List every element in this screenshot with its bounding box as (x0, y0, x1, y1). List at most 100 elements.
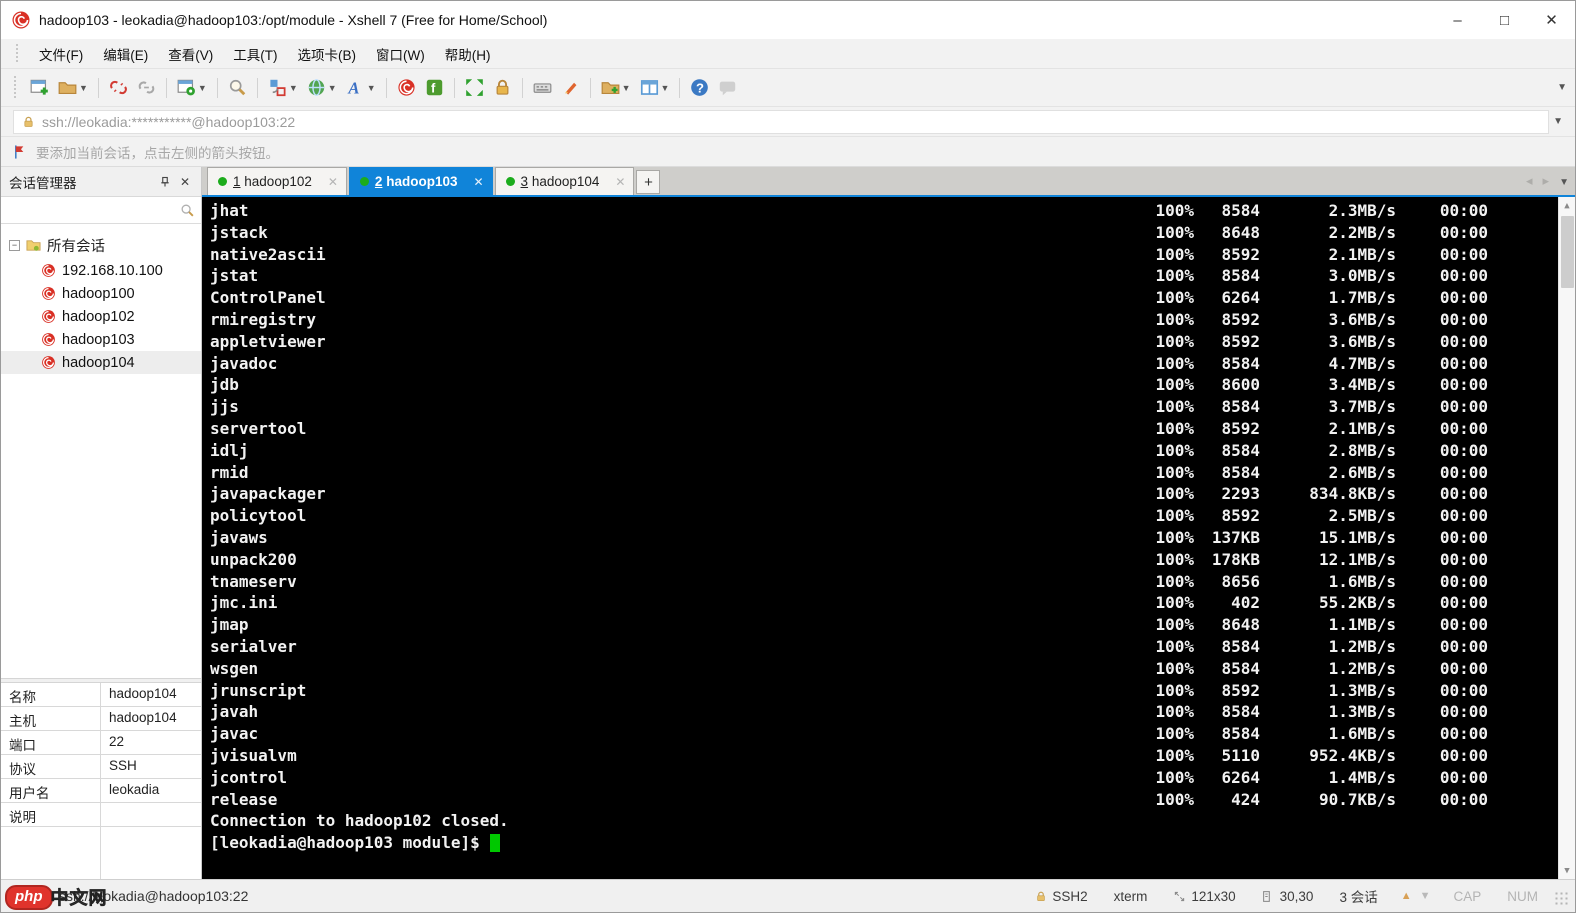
menu-item[interactable]: 选项卡(B) (288, 40, 367, 68)
status-term-type[interactable]: xterm (1101, 889, 1161, 904)
tree-root-all-sessions[interactable]: − 所有会话 (1, 232, 201, 259)
address-url: ssh://leokadia:***********@hadoop103:22 (42, 113, 296, 130)
menu-item[interactable]: 窗口(W) (366, 40, 435, 68)
tab-close-icon[interactable]: ✕ (615, 175, 625, 189)
message-icon[interactable] (714, 74, 741, 101)
transfer-speed: 2.8MB/s (1328, 440, 1396, 460)
transfer-size: 6264 (1221, 767, 1260, 787)
arrow-up-icon[interactable]: ▲ (1401, 890, 1412, 902)
tab-scroll-left-icon[interactable]: ◂ (1526, 173, 1533, 189)
tab-nav-arrows[interactable]: ◂ ▸ (1526, 173, 1549, 189)
xshell-icon[interactable] (393, 74, 420, 101)
close-button[interactable]: ✕ (1528, 1, 1575, 39)
scroll-up-icon[interactable]: ▲ (1559, 197, 1575, 214)
font-icon[interactable]: A ▼ (342, 74, 380, 101)
session-search-box[interactable] (1, 197, 201, 224)
tab-hadoop103[interactable]: 2 hadoop103 ✕ (348, 167, 493, 195)
transfer-size: 8592 (1221, 680, 1260, 700)
transfer-time: 00:00 (1439, 418, 1488, 438)
session-tree-item[interactable]: 192.168.10.100 (1, 259, 201, 282)
scroll-down-icon[interactable]: ▼ (1559, 862, 1575, 879)
transfer-percent: 100% (1155, 658, 1194, 678)
session-status-dot (359, 177, 369, 186)
find-icon[interactable] (224, 74, 251, 101)
transfer-speed: 3.0MB/s (1328, 266, 1396, 286)
tree-expander-icon[interactable]: − (9, 240, 20, 251)
highlight-icon[interactable] (557, 74, 584, 101)
session-tree-item[interactable]: hadoop102 (1, 305, 201, 328)
maximize-button[interactable]: □ (1481, 1, 1528, 39)
terminal-scrollbar[interactable]: ▲ ▼ (1558, 197, 1575, 879)
virtual-keyboard-icon[interactable] (529, 74, 556, 101)
session-tree-item[interactable]: hadoop104 (1, 351, 201, 374)
transfer-percent: 100% (1155, 615, 1194, 635)
transfer-speed: 55.2KB/s (1318, 593, 1396, 613)
menu-item[interactable]: 帮助(H) (435, 40, 501, 68)
resize-grip[interactable] (1555, 892, 1569, 906)
transfer-row: jjs 100% 8584 3.7MB/s 00:00 (210, 396, 1488, 418)
fullscreen-icon[interactable] (461, 74, 488, 101)
menu-items: 文件(F) 编辑(E) 查看(V) 工具(T) 选项卡(B) 窗口(W) 帮助(H) (29, 40, 500, 68)
compose-icon[interactable]: ▼ (264, 74, 302, 101)
menu-item[interactable]: 编辑(E) (93, 40, 158, 68)
xftp-icon[interactable]: f (421, 74, 448, 101)
transfer-speed: 2.3MB/s (1328, 201, 1396, 220)
file-name: rmiregistry (210, 309, 316, 329)
session-properties-icon[interactable]: ▼ (173, 74, 211, 101)
session-tree-item[interactable]: hadoop103 (1, 328, 201, 351)
transfer-time: 00:00 (1439, 571, 1488, 591)
scrollbar-thumb[interactable] (1560, 216, 1574, 288)
pin-icon[interactable] (155, 172, 175, 192)
split-view-icon[interactable]: ▼ (636, 74, 674, 101)
tab-close-icon[interactable]: ✕ (328, 175, 338, 189)
tab-hadoop102[interactable]: 1 hadoop102 ✕ (207, 167, 347, 195)
disconnect-icon[interactable] (105, 74, 132, 101)
new-session-icon[interactable] (26, 74, 53, 101)
transfer-size: 8584 (1221, 397, 1260, 417)
transfer-time: 00:00 (1439, 222, 1488, 242)
new-file-icon[interactable]: ▼ (597, 74, 635, 101)
property-value (101, 803, 201, 826)
minimize-button[interactable]: – (1434, 1, 1481, 39)
transfer-row: wsgen 100% 8584 1.2MB/s 00:00 (210, 658, 1488, 680)
arrow-down-icon[interactable]: ▼ (1420, 890, 1431, 902)
address-dropdown-caret[interactable]: ▼ (1549, 116, 1567, 127)
tab-list-caret[interactable]: ▼ (1559, 177, 1569, 188)
transfer-time: 00:00 (1439, 680, 1488, 700)
status-session-count[interactable]: 3 会话 (1326, 886, 1390, 906)
transfer-row: javaws 100% 137KB 15.1MB/s 00:00 (210, 527, 1488, 549)
transfer-percent: 100% (1155, 593, 1194, 613)
file-name: appletviewer (210, 331, 326, 351)
file-name: release (210, 789, 278, 809)
transfer-percent: 100% (1155, 745, 1194, 765)
new-tab-button[interactable]: + (636, 170, 661, 194)
tab-scroll-right-icon[interactable]: ▸ (1542, 173, 1549, 189)
reconnect-icon[interactable] (133, 74, 160, 101)
help-icon[interactable]: ? (686, 74, 713, 101)
connection-closed-line: Connection to hadoop102 closed. (210, 811, 509, 831)
lock-icon (1037, 891, 1046, 901)
transfer-speed: 4.7MB/s (1328, 353, 1396, 373)
session-manager-title: 会话管理器 (9, 175, 77, 191)
address-input[interactable]: ssh://leokadia:***********@hadoop103:22 (13, 109, 1550, 134)
transfer-time: 00:00 (1439, 636, 1488, 656)
menu-item[interactable]: 查看(V) (158, 40, 223, 68)
lock-icon[interactable] (489, 74, 516, 101)
session-tree-item[interactable]: hadoop100 (1, 282, 201, 305)
menu-item[interactable]: 工具(T) (223, 40, 287, 68)
lock-icon (24, 116, 33, 127)
close-panel-icon[interactable]: ✕ (175, 172, 195, 192)
status-protocol: SSH2 (1022, 889, 1100, 904)
web-icon[interactable]: ▼ (303, 74, 341, 101)
tab-close-icon[interactable]: ✕ (473, 175, 483, 189)
menu-item[interactable]: 文件(F) (29, 40, 93, 68)
property-filler (1, 827, 201, 879)
toolbar-overflow-caret[interactable]: ▼ (1557, 82, 1567, 93)
transfer-row: idlj 100% 8584 2.8MB/s 00:00 (210, 440, 1488, 462)
transfer-percent: 100% (1155, 201, 1194, 220)
open-folder-icon[interactable]: ▼ (54, 74, 92, 101)
property-label: 用户名 (1, 779, 101, 802)
property-label: 主机 (1, 707, 101, 730)
tab-hadoop104[interactable]: 3 hadoop104 ✕ (494, 167, 635, 195)
terminal[interactable]: jhat 100% 8584 2.3MB/s 00:00 jstack 100%… (202, 197, 1575, 879)
